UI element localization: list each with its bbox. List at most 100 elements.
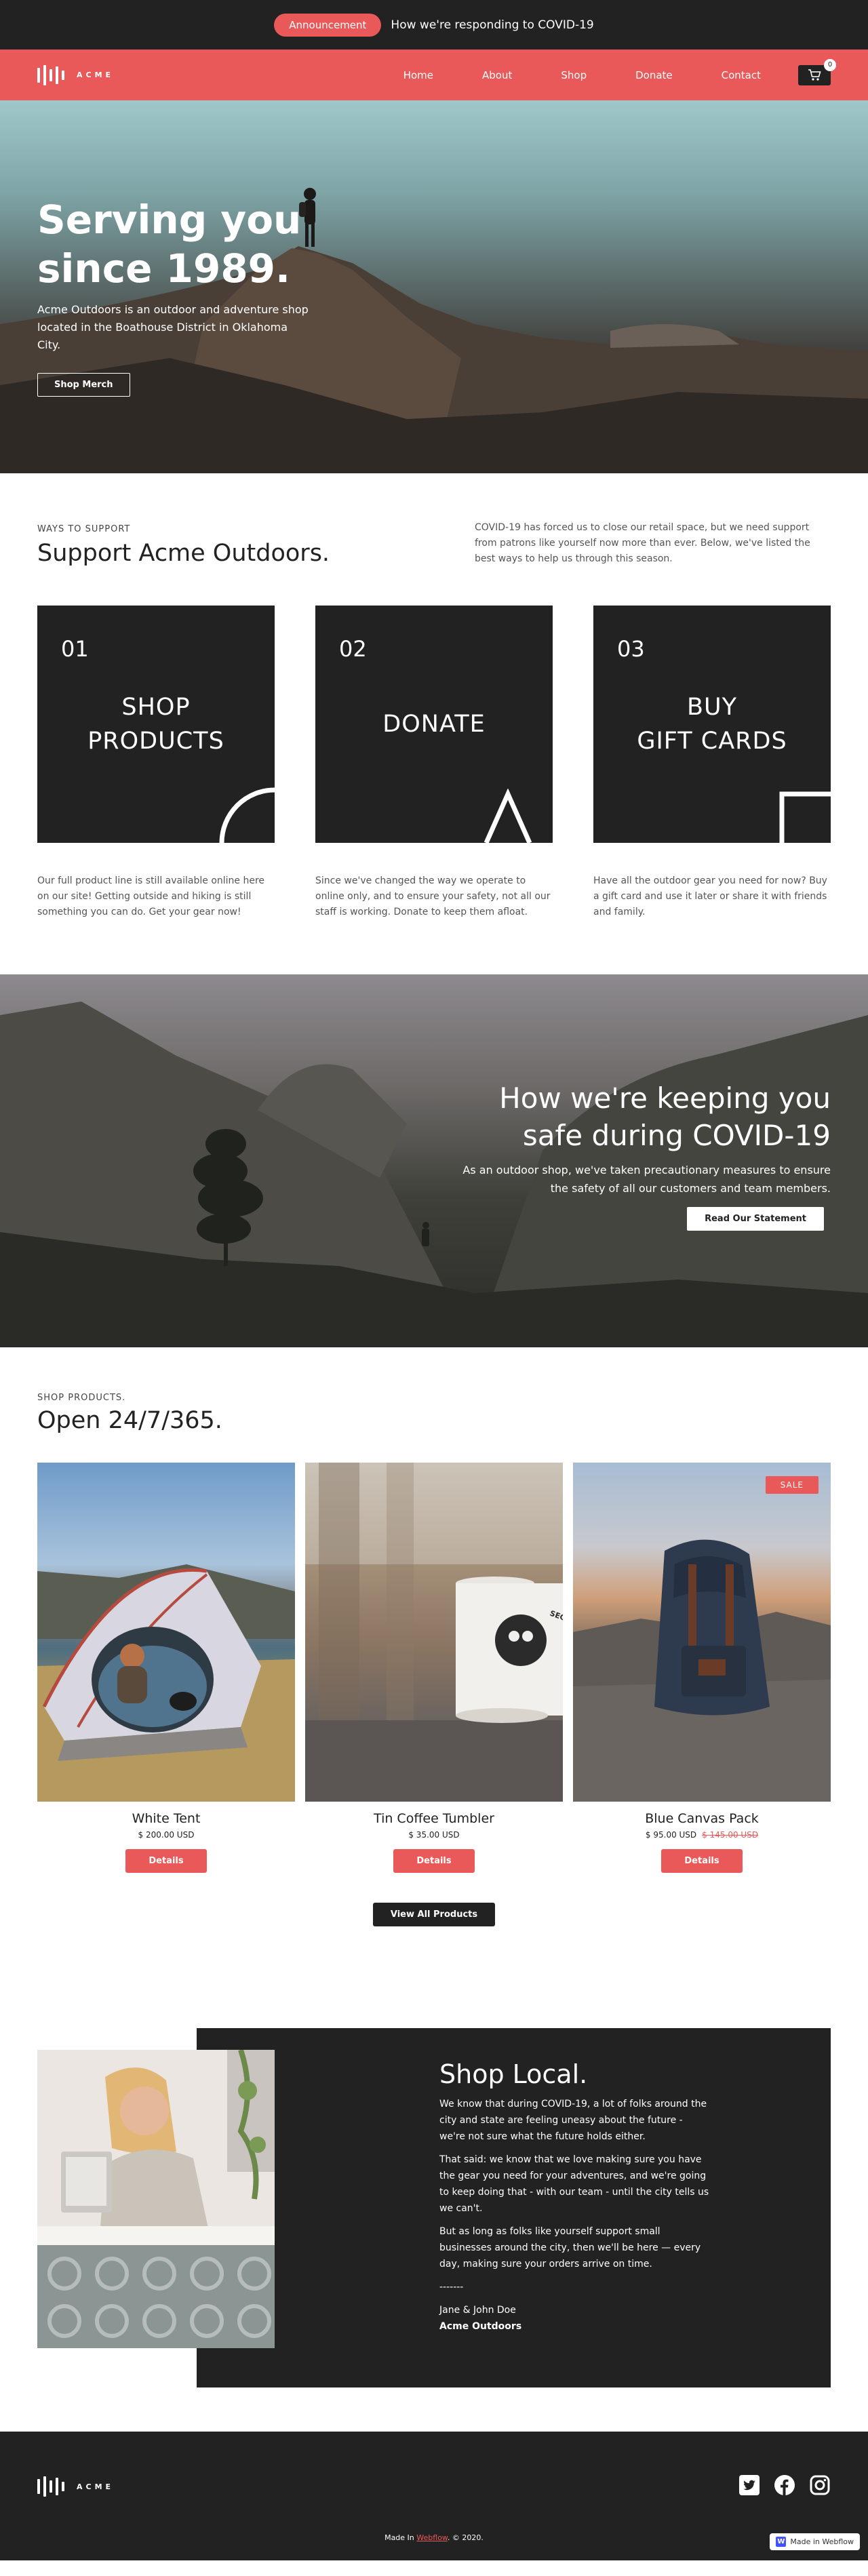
- view-all-products-button[interactable]: View All Products: [372, 1903, 496, 1926]
- credit-suffix: . © 2020.: [447, 2533, 484, 2542]
- square-corner-icon: [779, 791, 831, 843]
- made-in-webflow-badge[interactable]: W Made in Webflow: [770, 2533, 860, 2550]
- support-header: WAYS TO SUPPORT Support Acme Outdoors. C…: [37, 522, 831, 567]
- shop-local-signature: Jane & John Doe Acme Outdoors: [439, 2302, 711, 2335]
- nav-link-home[interactable]: Home: [403, 69, 433, 81]
- shop-local-title: Shop Local.: [439, 2059, 588, 2089]
- price-current: $ 35.00 USD: [408, 1830, 460, 1840]
- nav-links: Home About Shop Donate Contact 0: [355, 58, 836, 85]
- instagram-icon[interactable]: [809, 2474, 831, 2496]
- products-title: Open 24/7/365.: [37, 1407, 222, 1434]
- facebook-icon[interactable]: [774, 2474, 795, 2496]
- details-button[interactable]: Details: [125, 1849, 207, 1873]
- shop-local-divider: -------: [439, 2282, 464, 2293]
- product-name[interactable]: White Tent: [37, 1811, 295, 1826]
- product-name[interactable]: Tin Coffee Tumbler: [305, 1811, 563, 1826]
- shop-merch-button[interactable]: Shop Merch: [37, 373, 130, 397]
- card-title-line1: BUY: [686, 694, 737, 721]
- signature-names: Jane & John Doe: [439, 2305, 516, 2316]
- shop-local-paragraph: But as long as folks like yourself suppo…: [439, 2226, 701, 2270]
- hero-description: Acme Outdoors is an outdoor and adventur…: [37, 303, 309, 351]
- details-button[interactable]: Details: [661, 1849, 743, 1873]
- details-button[interactable]: Details: [393, 1849, 475, 1873]
- webflow-logo-icon: W: [776, 2537, 787, 2547]
- product-name[interactable]: Blue Canvas Pack: [573, 1811, 831, 1826]
- card-description: Have all the outdoor gear you need for n…: [593, 875, 827, 917]
- announcement-pill[interactable]: Announcement: [274, 13, 382, 37]
- view-all-wrap: View All Products: [37, 1903, 831, 1926]
- covid-section: How we're keeping you safe during COVID-…: [0, 974, 868, 1347]
- shop-local-text: Shop Local. We know that during COVID-19…: [439, 2059, 711, 2335]
- covid-title-line1: How we're keeping you: [499, 1082, 831, 1115]
- tumbler-illustration: SECRET PROJECT: [305, 1463, 563, 1802]
- covid-title-line2: safe during COVID-19: [522, 1119, 831, 1152]
- price-current: $ 95.00 USD: [645, 1830, 697, 1840]
- nav-link-shop[interactable]: Shop: [561, 69, 587, 81]
- nav-link-contact[interactable]: Contact: [722, 69, 761, 81]
- card-shop-products[interactable]: 01 SHOP PRODUCTS: [37, 606, 275, 843]
- product-price: $ 95.00 USD $ 145.00 USD: [573, 1830, 831, 1840]
- support-intro: COVID-19 has forced us to close our reta…: [475, 522, 810, 564]
- support-title: Support Acme Outdoors.: [37, 540, 330, 567]
- product-image-backpack[interactable]: SALE: [573, 1463, 831, 1802]
- card-description: Since we've changed the way we operate t…: [315, 875, 551, 917]
- product-image-tumbler[interactable]: SECRET PROJECT: [305, 1463, 563, 1802]
- cart-icon: [808, 68, 821, 81]
- backpack-illustration: [573, 1539, 831, 1802]
- support-heading-group: WAYS TO SUPPORT Support Acme Outdoors.: [37, 524, 330, 567]
- support-eyebrow: WAYS TO SUPPORT: [37, 524, 131, 534]
- brand-logo[interactable]: ACME: [37, 64, 114, 86]
- cart-count: 0: [824, 58, 836, 71]
- shop-owner-illustration: [37, 2050, 275, 2348]
- product-price: $ 200.00 USD: [37, 1830, 295, 1840]
- product-card: SALE Blue Canvas Pack $ 95.00 USD $ 145.0…: [573, 1463, 831, 1873]
- price-original: $ 145.00 USD: [702, 1830, 759, 1840]
- page: Announcement How we're responding to COV…: [0, 0, 868, 2560]
- price-current: $ 200.00 USD: [138, 1830, 195, 1840]
- covid-content: How we're keeping you safe during COVID-…: [451, 1079, 831, 1231]
- footer: ACME Made In Webflow. © 2020. W Made in …: [0, 2432, 868, 2560]
- support-cards: 01 SHOP PRODUCTS 02 DONATE 03 BUY GIFT CAR…: [37, 606, 831, 843]
- card-title-line1: SHOP: [121, 694, 191, 721]
- hero-title-line1: Serving you: [37, 197, 302, 243]
- navbar: ACME Home About Shop Donate Contact 0: [0, 49, 868, 100]
- signature-company: Acme Outdoors: [439, 2321, 522, 2332]
- read-statement-button[interactable]: Read Our Statement: [687, 1207, 824, 1231]
- hero-title: Serving you since 1989.: [37, 195, 309, 293]
- sale-badge: SALE: [765, 1476, 818, 1494]
- footer-logo[interactable]: ACME: [37, 2476, 114, 2497]
- social-links: [738, 2474, 831, 2496]
- shop-local-section: Shop Local. We know that during COVID-19…: [37, 2028, 831, 2387]
- product-card: White Tent $ 200.00 USD Details: [37, 1463, 295, 1873]
- nav-link-donate[interactable]: Donate: [635, 69, 673, 81]
- nav-link-about[interactable]: About: [482, 69, 512, 81]
- twitter-icon[interactable]: [738, 2474, 760, 2496]
- webflow-link[interactable]: Webflow: [416, 2533, 448, 2542]
- logo-bars-icon: [37, 2476, 64, 2497]
- covid-text: As an outdoor shop, we've taken precauti…: [462, 1164, 831, 1195]
- webflow-badge-label: Made in Webflow: [790, 2537, 854, 2546]
- shop-local-paragraph: We know that during COVID-19, a lot of f…: [439, 2099, 707, 2142]
- product-image-tent[interactable]: [37, 1463, 295, 1802]
- card-description: Our full product line is still available…: [37, 875, 265, 917]
- cart-button[interactable]: 0: [798, 58, 836, 85]
- tent-illustration: [37, 1564, 295, 1802]
- announcement-bar: Announcement How we're responding to COV…: [0, 0, 868, 49]
- products-eyebrow: SHOP PRODUCTS.: [37, 1393, 126, 1403]
- hero-title-line2: since 1989.: [37, 245, 291, 292]
- card-donate[interactable]: 02 DONATE: [315, 606, 553, 843]
- quarter-circle-icon: [219, 787, 275, 843]
- product-grid: White Tent $ 200.00 USD Details Tin Coff…: [37, 1463, 831, 1873]
- logo-bars-icon: [37, 64, 64, 86]
- brand-name: ACME: [77, 2482, 115, 2491]
- triangle-icon: [484, 789, 532, 843]
- credit-prefix: Made In: [384, 2533, 417, 2542]
- product-card: SECRET PROJECT Tin Coffee Tumbler $ 35.0…: [305, 1463, 563, 1873]
- card-title-line2: GIFT CARDS: [637, 728, 787, 755]
- product-price: $ 35.00 USD: [305, 1830, 563, 1840]
- announcement-message[interactable]: How we're responding to COVID-19: [391, 18, 593, 32]
- support-section: WAYS TO SUPPORT Support Acme Outdoors. C…: [0, 473, 868, 920]
- shop-owner-photo: [37, 2050, 275, 2348]
- card-title-line2: PRODUCTS: [87, 728, 224, 755]
- card-gift-cards[interactable]: 03 BUY GIFT CARDS: [593, 606, 831, 843]
